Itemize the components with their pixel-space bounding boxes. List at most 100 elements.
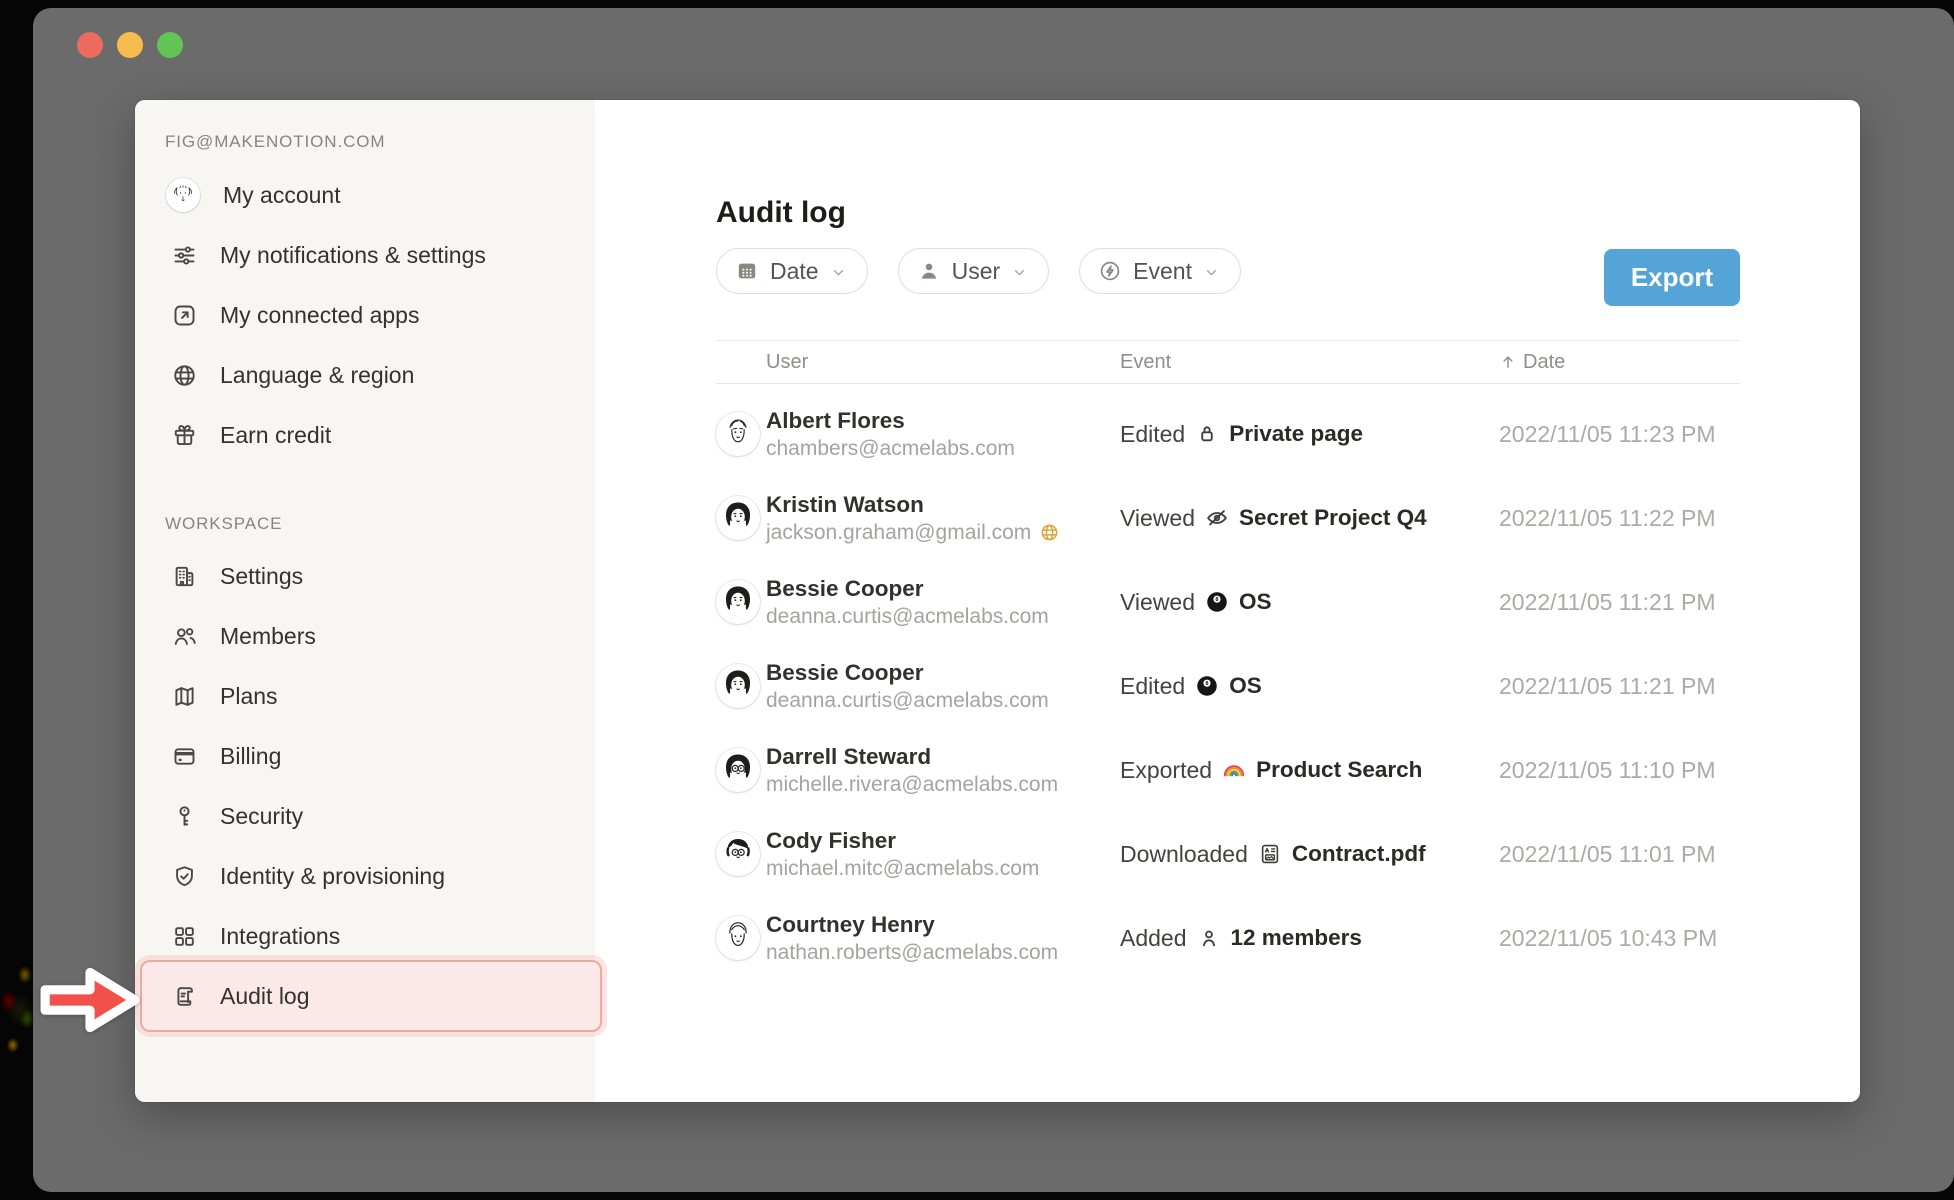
arrow-up-right-box-icon bbox=[171, 302, 198, 329]
minimize-button[interactable] bbox=[117, 32, 143, 58]
close-button[interactable] bbox=[77, 32, 103, 58]
eye-off-icon bbox=[1204, 505, 1230, 531]
date-cell: 2022/11/05 11:10 PM bbox=[1499, 757, 1740, 784]
zoom-button[interactable] bbox=[157, 32, 183, 58]
sidebar-item-label: Identity & provisioning bbox=[220, 863, 445, 890]
sidebar-item[interactable]: My connected apps bbox=[135, 285, 595, 345]
contract-doc-icon bbox=[1257, 841, 1283, 867]
table-row[interactable]: Courtney Henry nathan.roberts@acmelabs.c… bbox=[716, 896, 1740, 980]
sidebar-item[interactable]: My account bbox=[135, 165, 595, 225]
user-email: deanna.curtis@acmelabs.com bbox=[766, 687, 1049, 714]
user-cell: Cody Fisher michael.mitc@acmelabs.com bbox=[766, 826, 1120, 882]
event-verb: Downloaded bbox=[1120, 841, 1248, 868]
date-cell: 2022/11/05 11:23 PM bbox=[1499, 421, 1740, 448]
event-cell: Edited Private page bbox=[1120, 421, 1499, 448]
gift-icon bbox=[171, 422, 198, 449]
key-icon bbox=[171, 803, 198, 830]
event-object: 12 members bbox=[1231, 925, 1362, 951]
sliders-icon bbox=[171, 242, 198, 269]
date-cell: 2022/11/05 11:22 PM bbox=[1499, 505, 1740, 532]
eight-ball-icon: 8 bbox=[1204, 589, 1230, 615]
user-email: jackson.graham@gmail.com bbox=[766, 519, 1031, 546]
user-name: Darrell Steward bbox=[766, 742, 1120, 771]
column-header-user: User bbox=[716, 351, 1120, 374]
sidebar-item[interactable]: Plans bbox=[135, 666, 595, 726]
event-verb: Edited bbox=[1120, 673, 1185, 700]
filter-pill[interactable]: Date bbox=[716, 248, 868, 294]
sidebar-item-label: My connected apps bbox=[220, 302, 419, 329]
date-cell: 2022/11/05 11:21 PM bbox=[1499, 589, 1740, 616]
scroll-icon bbox=[171, 983, 198, 1010]
woman-dark-bob-avatar bbox=[716, 580, 760, 624]
woman-dark-bob-avatar bbox=[716, 664, 760, 708]
event-verb: Added bbox=[1120, 925, 1187, 952]
sidebar-item-label: My notifications & settings bbox=[220, 242, 486, 269]
svg-text:8: 8 bbox=[1206, 681, 1209, 687]
account-section: My account My notifications & settings M… bbox=[135, 165, 595, 465]
filter-pill[interactable]: Event bbox=[1079, 248, 1241, 294]
filter-pill[interactable]: User bbox=[898, 248, 1050, 294]
sidebar-item[interactable]: Security bbox=[135, 786, 595, 846]
table-row[interactable]: Bessie Cooper deanna.curtis@acmelabs.com… bbox=[716, 560, 1740, 644]
user-email: nathan.roberts@acmelabs.com bbox=[766, 939, 1058, 966]
sidebar-item[interactable]: My notifications & settings bbox=[135, 225, 595, 285]
settings-sidebar: FIG@MAKENOTION.COM My account My notific… bbox=[135, 100, 595, 1102]
table-row[interactable]: Albert Flores chambers@acmelabs.com Edit… bbox=[716, 392, 1740, 476]
user-name: Bessie Cooper bbox=[766, 658, 1120, 687]
sidebar-item[interactable]: Audit log bbox=[135, 966, 595, 1026]
map-icon bbox=[171, 683, 198, 710]
account-email-label: FIG@MAKENOTION.COM bbox=[165, 132, 385, 152]
event-cell: Downloaded Contract.pdf bbox=[1120, 841, 1499, 868]
sidebar-item[interactable]: Earn credit bbox=[135, 405, 595, 465]
macos-window: FIG@MAKENOTION.COM My account My notific… bbox=[33, 8, 1954, 1192]
workspace-section-label: WORKSPACE bbox=[165, 514, 282, 534]
export-button[interactable]: Export bbox=[1604, 249, 1740, 306]
sidebar-item[interactable]: Members bbox=[135, 606, 595, 666]
account-dog-icon bbox=[166, 178, 200, 212]
table-row[interactable]: Bessie Cooper deanna.curtis@acmelabs.com… bbox=[716, 644, 1740, 728]
arrow-up-icon bbox=[1499, 353, 1517, 371]
table-header: User Event Date bbox=[716, 340, 1740, 384]
man-glasses-avatar bbox=[716, 832, 760, 876]
table-row[interactable]: Kristin Watson jackson.graham@gmail.com … bbox=[716, 476, 1740, 560]
person-outline-icon bbox=[1196, 925, 1222, 951]
user-name: Courtney Henry bbox=[766, 910, 1120, 939]
person-icon bbox=[917, 259, 941, 283]
event-object: OS bbox=[1239, 589, 1272, 615]
sidebar-item[interactable]: Integrations bbox=[135, 906, 595, 966]
chevron-down-icon bbox=[1011, 264, 1028, 281]
sidebar-item[interactable]: Billing bbox=[135, 726, 595, 786]
user-cell: Darrell Steward michelle.rivera@acmelabs… bbox=[766, 742, 1120, 798]
rainbow-icon bbox=[1221, 757, 1247, 783]
settings-modal: FIG@MAKENOTION.COM My account My notific… bbox=[135, 100, 1860, 1102]
event-object: Product Search bbox=[1256, 757, 1422, 783]
sidebar-item-label: Members bbox=[220, 623, 316, 650]
column-header-date[interactable]: Date bbox=[1499, 351, 1740, 374]
column-header-event: Event bbox=[1120, 351, 1499, 374]
event-cell: Edited 8 OS bbox=[1120, 673, 1499, 700]
sidebar-item-label: Billing bbox=[220, 743, 281, 770]
column-header-date-label: Date bbox=[1523, 351, 1565, 374]
chevron-down-icon bbox=[830, 264, 847, 281]
sidebar-item-label: Settings bbox=[220, 563, 303, 590]
table-row[interactable]: Cody Fisher michael.mitc@acmelabs.com Do… bbox=[716, 812, 1740, 896]
event-object: Private page bbox=[1229, 421, 1363, 447]
audit-table: User Event Date Albert Flores bbox=[716, 340, 1740, 980]
event-cell: Exported Product Search bbox=[1120, 757, 1499, 784]
workspace-section: Settings Members Plans Billing Security bbox=[135, 546, 595, 1026]
sidebar-item[interactable]: Identity & provisioning bbox=[135, 846, 595, 906]
user-email: michelle.rivera@acmelabs.com bbox=[766, 771, 1058, 798]
sidebar-item-label: My account bbox=[223, 182, 341, 209]
table-row[interactable]: Darrell Steward michelle.rivera@acmelabs… bbox=[716, 728, 1740, 812]
page-title: Audit log bbox=[716, 196, 846, 230]
man-sketch-avatar bbox=[716, 412, 760, 456]
user-cell: Albert Flores chambers@acmelabs.com bbox=[766, 406, 1120, 462]
shield-check-icon bbox=[171, 863, 198, 890]
sidebar-item[interactable]: Language & region bbox=[135, 345, 595, 405]
user-cell: Bessie Cooper deanna.curtis@acmelabs.com bbox=[766, 574, 1120, 630]
sidebar-item[interactable]: Settings bbox=[135, 546, 595, 606]
annotation-arrow-icon bbox=[39, 960, 141, 1040]
sidebar-item-label: Audit log bbox=[220, 983, 310, 1010]
eight-ball-icon: 8 bbox=[1194, 673, 1220, 699]
lock-icon bbox=[1194, 421, 1220, 447]
